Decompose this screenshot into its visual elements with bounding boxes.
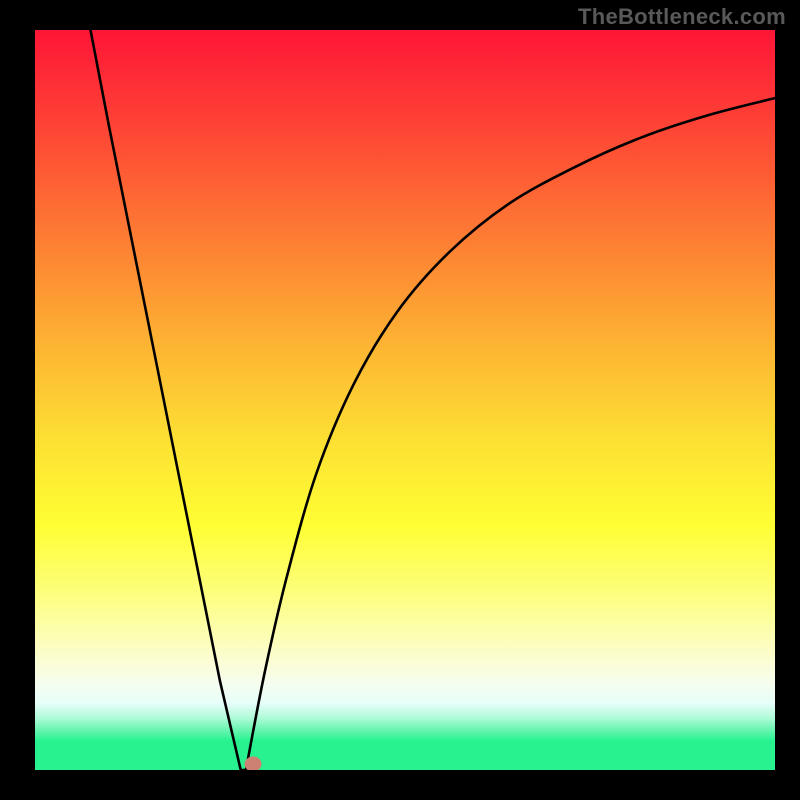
plot-area bbox=[35, 30, 775, 770]
chart-frame: TheBottleneck.com bbox=[0, 0, 800, 800]
curve-left-branch bbox=[91, 30, 241, 770]
minimum-marker bbox=[245, 757, 262, 770]
bottleneck-curve bbox=[35, 30, 775, 770]
curve-right-branch bbox=[246, 98, 775, 770]
watermark-text: TheBottleneck.com bbox=[578, 4, 786, 30]
